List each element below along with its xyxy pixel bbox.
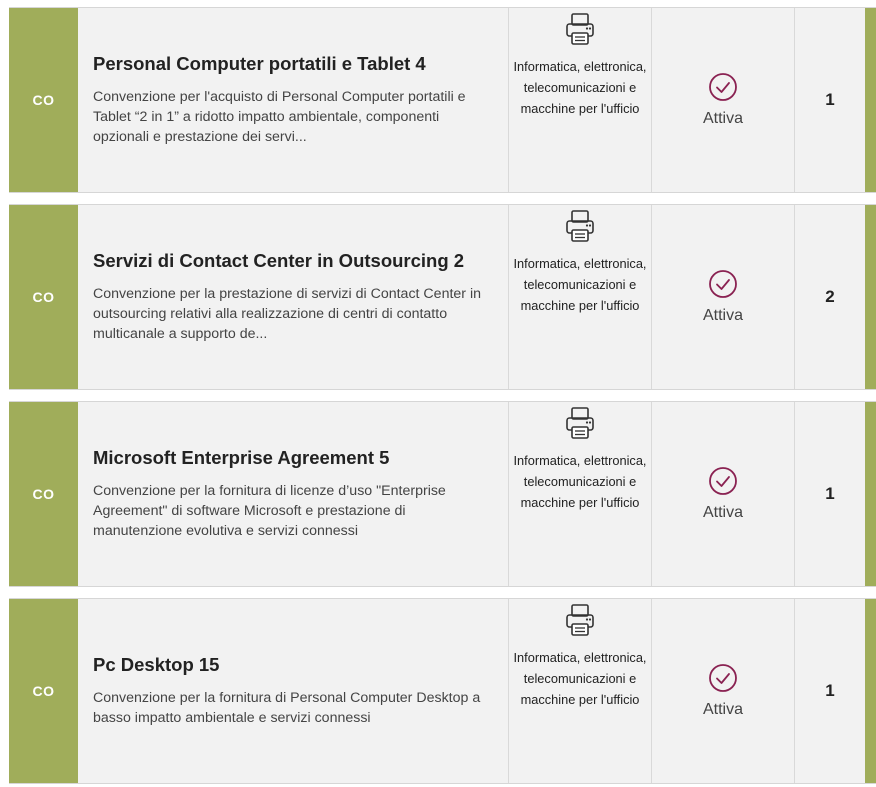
convention-list: CO Personal Computer portatili e Tablet …: [0, 0, 876, 787]
status-label: Attiva: [702, 701, 743, 718]
check-circle-icon: [709, 270, 737, 298]
status-cell: Attiva: [652, 402, 795, 586]
category-cell: Informatica, elettronica, telecomunicazi…: [508, 599, 652, 783]
count-value: 1: [825, 484, 835, 503]
count-value: 2: [825, 287, 835, 306]
category-label: Informatica, elettronica, telecomunicazi…: [513, 453, 647, 510]
card-description: Convenzione per la fornitura di Personal…: [93, 689, 481, 726]
printer-icon: [566, 210, 594, 242]
card-description: Convenzione per la prestazione di serviz…: [93, 285, 481, 342]
category-label: Informatica, elettronica, telecomunicazi…: [513, 256, 647, 313]
count-value: 1: [825, 90, 835, 109]
printer-icon: [566, 407, 594, 439]
type-code: CO: [32, 683, 55, 699]
type-badge: CO: [9, 402, 78, 586]
printer-icon: [566, 604, 594, 636]
convention-card[interactable]: CO Personal Computer portatili e Tablet …: [9, 7, 876, 193]
card-title[interactable]: Microsoft Enterprise Agreement 5: [93, 447, 494, 469]
status-label: Attiva: [702, 110, 743, 127]
type-badge: CO: [9, 8, 78, 192]
category-label: Informatica, elettronica, telecomunicazi…: [513, 650, 647, 707]
status-cell: Attiva: [652, 205, 795, 389]
type-code: CO: [32, 486, 55, 502]
accent-bar: [865, 402, 876, 586]
card-title[interactable]: Pc Desktop 15: [93, 654, 494, 676]
card-description: Convenzione per la fornitura di licenze …: [93, 482, 446, 539]
convention-card[interactable]: CO Servizi di Contact Center in Outsourc…: [9, 204, 876, 390]
type-code: CO: [32, 289, 55, 305]
card-info: Microsoft Enterprise Agreement 5 Convenz…: [78, 402, 508, 586]
status-cell: Attiva: [652, 599, 795, 783]
status-label: Attiva: [702, 307, 743, 324]
type-code: CO: [32, 92, 55, 108]
card-info: Personal Computer portatili e Tablet 4 C…: [78, 8, 508, 192]
printer-icon: [566, 13, 594, 45]
card-title[interactable]: Servizi di Contact Center in Outsourcing…: [93, 250, 494, 272]
check-circle-icon: [709, 467, 737, 495]
card-info: Pc Desktop 15 Convenzione per la fornitu…: [78, 599, 508, 783]
type-badge: CO: [9, 599, 78, 783]
category-cell: Informatica, elettronica, telecomunicazi…: [508, 8, 652, 192]
card-title[interactable]: Personal Computer portatili e Tablet 4: [93, 53, 494, 75]
category-cell: Informatica, elettronica, telecomunicazi…: [508, 205, 652, 389]
category-label: Informatica, elettronica, telecomunicazi…: [513, 59, 647, 116]
convention-card[interactable]: CO Pc Desktop 15 Convenzione per la forn…: [9, 598, 876, 784]
check-circle-icon: [709, 664, 737, 692]
category-cell: Informatica, elettronica, telecomunicazi…: [508, 402, 652, 586]
card-info: Servizi di Contact Center in Outsourcing…: [78, 205, 508, 389]
convention-card[interactable]: CO Microsoft Enterprise Agreement 5 Conv…: [9, 401, 876, 587]
accent-bar: [865, 205, 876, 389]
accent-bar: [865, 599, 876, 783]
type-badge: CO: [9, 205, 78, 389]
accent-bar: [865, 8, 876, 192]
check-circle-icon: [709, 73, 737, 101]
status-label: Attiva: [702, 504, 743, 521]
status-cell: Attiva: [652, 8, 795, 192]
count-value: 1: [825, 681, 835, 700]
card-description: Convenzione per l'acquisto di Personal C…: [93, 88, 466, 145]
